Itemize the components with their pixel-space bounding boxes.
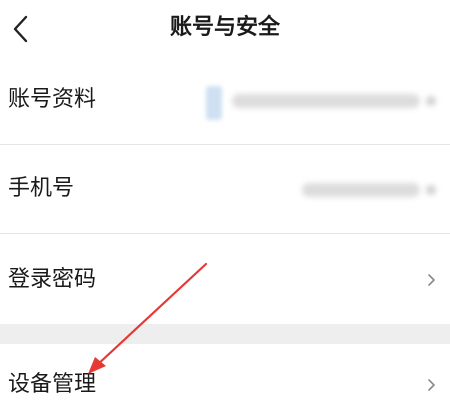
login-password-label: 登录密码 <box>8 267 97 292</box>
chevron-right-icon <box>428 274 435 286</box>
chevron-right-icon <box>428 379 435 391</box>
account-profile-label: 账号资料 <box>8 87 97 112</box>
section-gap <box>0 324 450 344</box>
account-profile-value-blurred <box>232 94 420 108</box>
phone-chevron-blurred <box>426 185 436 195</box>
account-profile-row[interactable]: 账号资料 <box>0 56 450 144</box>
phone-value-blurred <box>302 183 420 197</box>
divider <box>0 233 450 234</box>
page-title: 账号与安全 <box>169 15 280 40</box>
device-management-label: 设备管理 <box>8 372 97 397</box>
login-password-row[interactable]: 登录密码 <box>0 236 450 324</box>
phone-label: 手机号 <box>8 176 75 201</box>
account-profile-chevron-blurred <box>426 96 436 106</box>
account-avatar <box>206 86 222 120</box>
phone-row[interactable]: 手机号 <box>0 145 450 233</box>
device-management-row[interactable]: 设备管理 <box>0 344 450 413</box>
nav-bar: 账号与安全 <box>0 0 450 56</box>
